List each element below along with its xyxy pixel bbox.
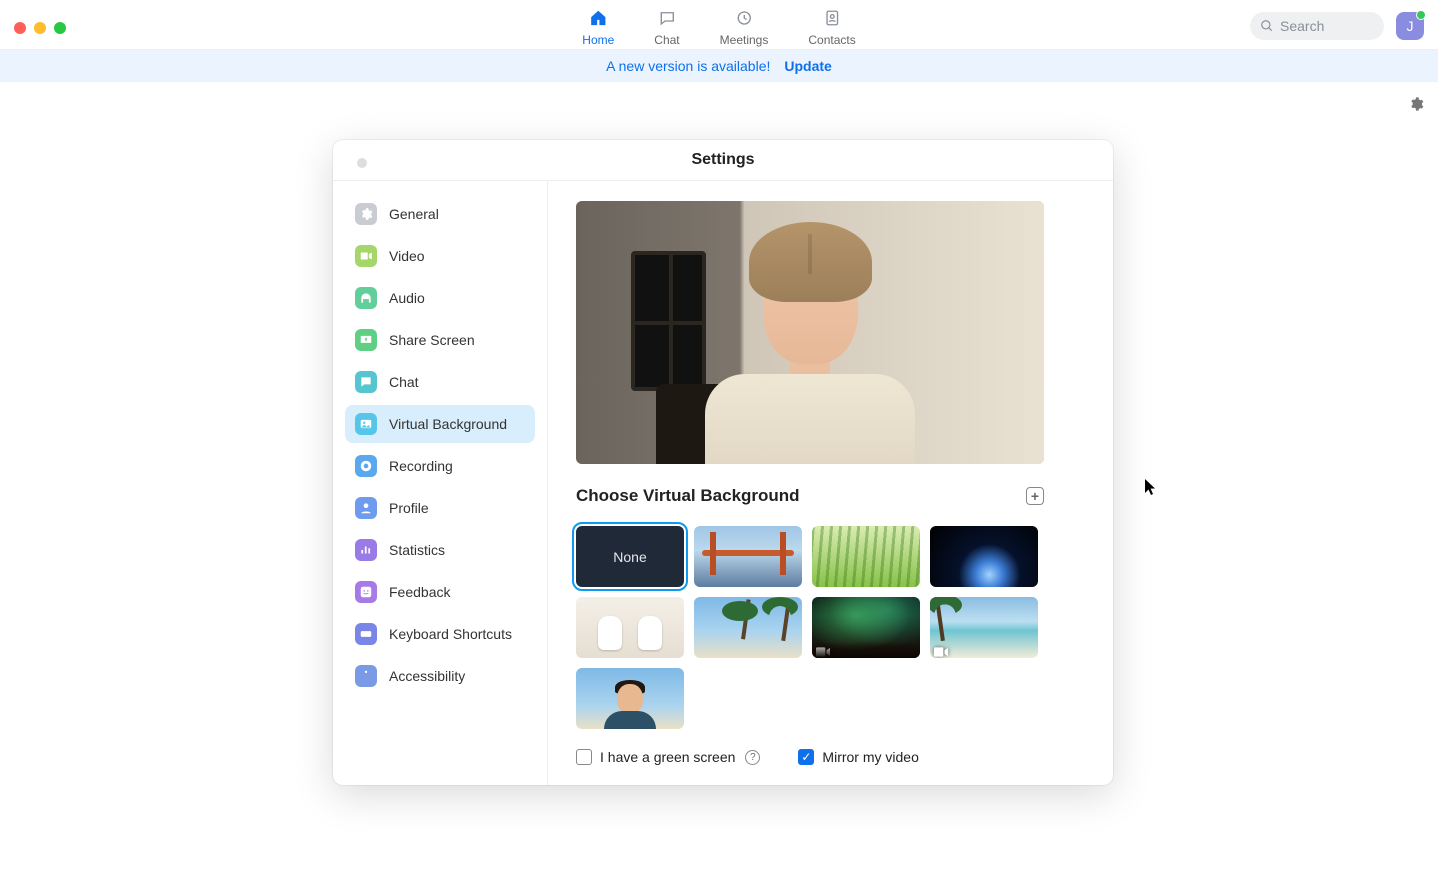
background-option-beach[interactable] xyxy=(930,597,1038,658)
sidebar-item-feedback[interactable]: Feedback xyxy=(345,573,535,611)
stats-icon xyxy=(355,539,377,561)
sidebar-item-label: Virtual Background xyxy=(389,416,507,432)
window-controls xyxy=(14,22,66,34)
background-option-aurora[interactable] xyxy=(812,597,920,658)
record-icon xyxy=(355,455,377,477)
update-link[interactable]: Update xyxy=(784,58,831,74)
minimize-window-button[interactable] xyxy=(34,22,46,34)
sidebar-item-video[interactable]: Video xyxy=(345,237,535,275)
zoom-window-button[interactable] xyxy=(54,22,66,34)
video-icon xyxy=(816,644,830,654)
sidebar-item-label: Share Screen xyxy=(389,332,475,348)
sidebar-item-label: Accessibility xyxy=(389,668,465,684)
main-nav: Home Chat Meetings Contacts xyxy=(582,3,855,47)
checkbox-label: Mirror my video xyxy=(822,749,918,765)
video-preview xyxy=(576,201,1044,464)
modal-close-button[interactable] xyxy=(357,158,367,168)
help-icon[interactable]: ? xyxy=(745,750,760,765)
background-option-astro[interactable] xyxy=(576,597,684,658)
mouse-cursor xyxy=(1144,478,1158,501)
sidebar-item-profile[interactable]: Profile xyxy=(345,489,535,527)
profile-avatar[interactable]: J xyxy=(1396,12,1424,40)
sidebar-item-audio[interactable]: Audio xyxy=(345,279,535,317)
sidebar-item-recording[interactable]: Recording xyxy=(345,447,535,485)
settings-content: Choose Virtual Background + None I have … xyxy=(548,181,1113,785)
background-option-bridge[interactable] xyxy=(694,526,802,587)
sidebar-item-chat[interactable]: Chat xyxy=(345,363,535,401)
mirror-video-checkbox[interactable]: Mirror my video xyxy=(798,749,918,765)
keyboard-icon xyxy=(355,623,377,645)
background-option-none[interactable]: None xyxy=(576,526,684,587)
sidebar-item-label: Chat xyxy=(389,374,419,390)
sidebar-item-general[interactable]: General xyxy=(345,195,535,233)
avatar-initial: J xyxy=(1407,18,1414,34)
person-icon xyxy=(355,497,377,519)
meetings-icon xyxy=(734,9,754,30)
gear-icon xyxy=(355,203,377,225)
update-banner-text: A new version is available! xyxy=(606,58,770,74)
settings-gear-icon[interactable] xyxy=(1408,96,1424,117)
checkbox-box xyxy=(576,749,592,765)
nav-tab-contacts[interactable]: Contacts xyxy=(808,3,855,47)
sidebar-item-virtual-background[interactable]: Virtual Background xyxy=(345,405,535,443)
sidebar-item-label: General xyxy=(389,206,439,222)
modal-title: Settings xyxy=(691,151,754,169)
share-icon xyxy=(355,329,377,351)
title-bar: Home Chat Meetings Contacts Search J xyxy=(0,0,1438,50)
sidebar-item-label: Feedback xyxy=(389,584,450,600)
nav-tab-label: Meetings xyxy=(720,33,769,47)
nav-tab-label: Contacts xyxy=(808,33,855,47)
nav-tab-home[interactable]: Home xyxy=(582,3,614,47)
accessibility-icon xyxy=(355,665,377,687)
search-input[interactable]: Search xyxy=(1250,12,1384,40)
sidebar-item-accessibility[interactable]: Accessibility xyxy=(345,657,535,695)
sidebar-item-label: Keyboard Shortcuts xyxy=(389,626,512,642)
section-title: Choose Virtual Background xyxy=(576,486,800,506)
background-option-person[interactable] xyxy=(576,668,684,729)
checkbox-box xyxy=(798,749,814,765)
sidebar-item-label: Profile xyxy=(389,500,429,516)
background-option-earth[interactable] xyxy=(930,526,1038,587)
sidebar-item-statistics[interactable]: Statistics xyxy=(345,531,535,569)
thumb-label: None xyxy=(613,549,646,565)
search-placeholder: Search xyxy=(1280,18,1324,34)
home-icon xyxy=(588,9,608,30)
nav-tab-label: Home xyxy=(582,33,614,47)
sidebar-item-label: Video xyxy=(389,248,425,264)
chat-icon xyxy=(355,371,377,393)
close-window-button[interactable] xyxy=(14,22,26,34)
video-icon xyxy=(355,245,377,267)
search-icon xyxy=(1260,19,1274,33)
add-background-button[interactable]: + xyxy=(1026,487,1044,505)
smile-icon xyxy=(355,581,377,603)
contacts-icon xyxy=(822,9,842,30)
chat-icon xyxy=(657,9,677,30)
sidebar-item-label: Recording xyxy=(389,458,453,474)
sidebar-item-label: Audio xyxy=(389,290,425,306)
settings-modal: Settings General Video Audio Share Scree… xyxy=(333,140,1113,785)
video-icon xyxy=(934,644,948,654)
update-banner: A new version is available! Update xyxy=(0,50,1438,82)
green-screen-checkbox[interactable]: I have a green screen ? xyxy=(576,749,760,765)
background-option-grass[interactable] xyxy=(812,526,920,587)
image-icon xyxy=(355,413,377,435)
sidebar-item-share-screen[interactable]: Share Screen xyxy=(345,321,535,359)
nav-tab-label: Chat xyxy=(654,33,679,47)
headphones-icon xyxy=(355,287,377,309)
sidebar-item-label: Statistics xyxy=(389,542,445,558)
background-option-palm1[interactable] xyxy=(694,597,802,658)
sidebar-item-keyboard-shortcuts[interactable]: Keyboard Shortcuts xyxy=(345,615,535,653)
nav-tab-chat[interactable]: Chat xyxy=(654,3,679,47)
settings-sidebar: General Video Audio Share Screen Chat Vi… xyxy=(333,181,548,785)
background-grid: None xyxy=(576,526,1056,729)
checkbox-label: I have a green screen xyxy=(600,749,735,765)
nav-tab-meetings[interactable]: Meetings xyxy=(720,3,769,47)
